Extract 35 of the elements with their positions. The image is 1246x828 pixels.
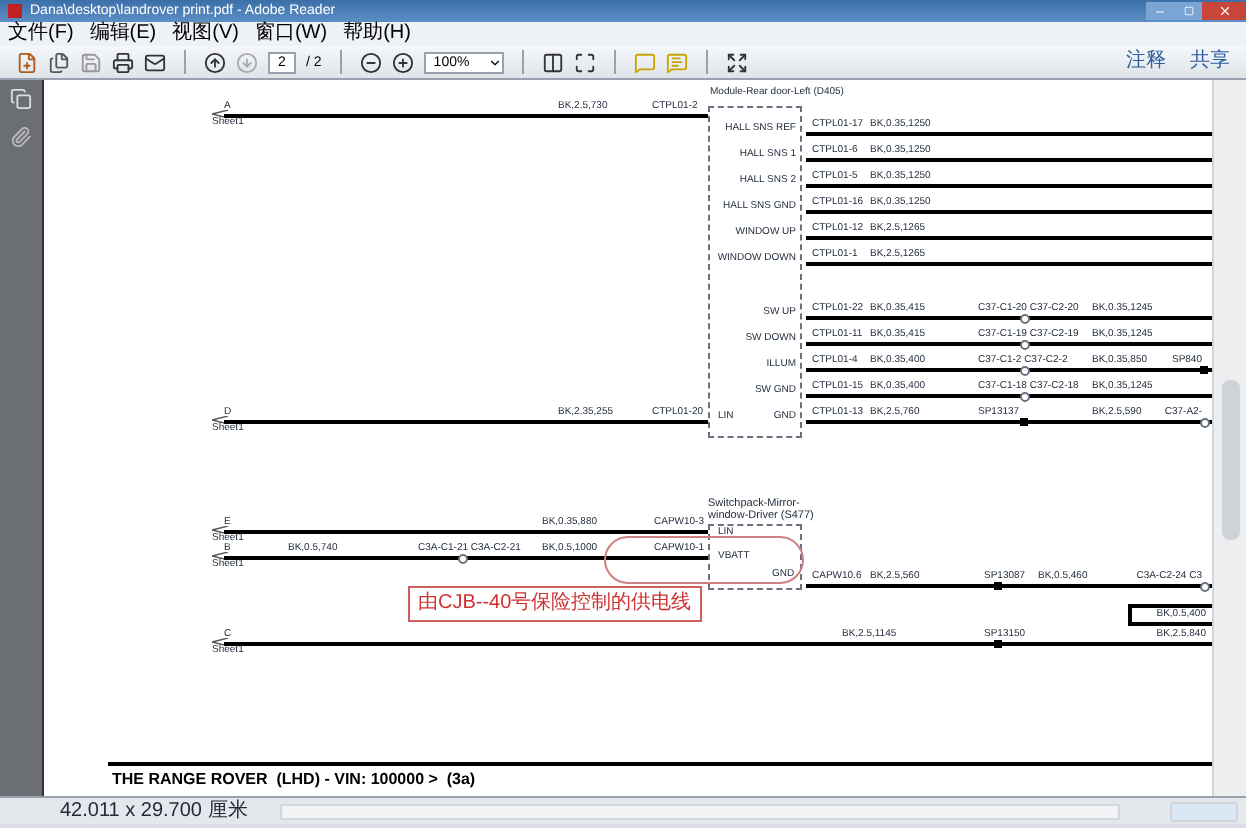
- app-icon: [8, 4, 22, 18]
- toolbar-tab[interactable]: 注释: [1126, 52, 1166, 72]
- next-page-icon[interactable]: [236, 51, 258, 73]
- fit-width-icon[interactable]: [573, 51, 596, 73]
- minimize-icon: [1154, 5, 1166, 17]
- annotation-note: 由CJB--40号保险控制的供电线: [408, 586, 702, 622]
- save-icon[interactable]: [80, 51, 102, 73]
- horizontal-scrollbar[interactable]: [279, 803, 1120, 819]
- menu-item[interactable]: 编辑(E): [89, 24, 157, 44]
- expand-icon[interactable]: [725, 51, 748, 73]
- create-file-icon[interactable]: [16, 51, 38, 73]
- module-outline: [708, 524, 802, 590]
- page-size-label: 42.011 x 29.700 厘米: [60, 801, 248, 821]
- mail-icon[interactable]: [144, 51, 166, 73]
- menu-item[interactable]: 窗口(W): [254, 24, 328, 44]
- close-icon: [1217, 4, 1231, 18]
- toolbar-tab[interactable]: 共享: [1190, 52, 1230, 72]
- menu-item[interactable]: 视图(V): [172, 24, 239, 44]
- fit-page-icon[interactable]: [541, 51, 564, 73]
- print-icon[interactable]: [112, 51, 134, 73]
- drawing-title: THE RANGE ROVER (LHD) - VIN: 100000 > (3a): [112, 772, 476, 788]
- previous-page-icon[interactable]: [204, 51, 226, 73]
- maximize-icon: [1183, 6, 1193, 16]
- caret-icon: [487, 55, 502, 69]
- pages-icon[interactable]: [10, 88, 32, 110]
- close-button[interactable]: [1202, 2, 1246, 20]
- vertical-scrollbar[interactable]: [1212, 80, 1246, 796]
- menu-item[interactable]: 文件(F): [8, 24, 74, 44]
- menu-item[interactable]: 帮助(H): [343, 24, 411, 44]
- comment-icon[interactable]: [633, 51, 656, 73]
- zoom-in-icon[interactable]: [391, 51, 414, 73]
- files-icon[interactable]: [48, 51, 70, 73]
- highlight-comment-icon[interactable]: [665, 51, 688, 73]
- zoom-out-icon[interactable]: [359, 51, 382, 73]
- attachment-icon[interactable]: [10, 126, 32, 148]
